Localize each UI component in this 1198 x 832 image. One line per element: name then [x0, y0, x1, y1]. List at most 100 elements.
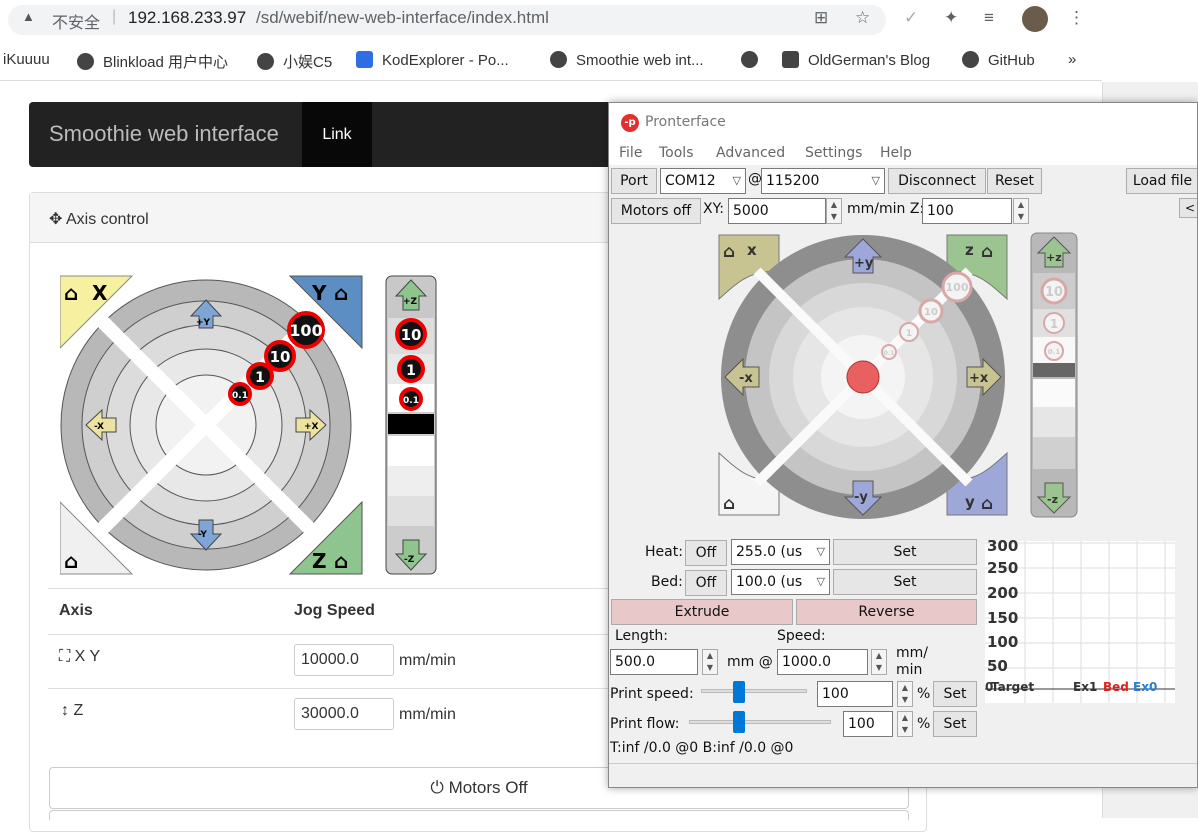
chevron-down-icon: ▽ [732, 174, 741, 187]
motors-off-button[interactable]: Motors off [611, 198, 701, 224]
bookmark-c5[interactable]: 小娱C5 [257, 51, 332, 72]
jog-x-plus-label: +X [304, 422, 319, 432]
home-xy-center[interactable] [846, 360, 880, 394]
heat-set-button[interactable]: Set [833, 539, 977, 565]
print-speed-slider-thumb[interactable] [733, 681, 745, 703]
menu-tools[interactable]: Tools [659, 145, 694, 161]
graph-y-tick: 100 [987, 633, 1019, 651]
security-warning[interactable]: 不安全 [52, 9, 100, 33]
print-flow-spinner[interactable]: ▲ ▼ [897, 711, 913, 737]
z-center [1033, 363, 1075, 377]
print-speed-slider[interactable] [701, 689, 807, 693]
xy-feedrate-spinner[interactable]: ▲ ▼ [826, 198, 842, 224]
bed-temp-select[interactable]: 100.0 (us ▽ [731, 569, 830, 595]
baud-select[interactable]: 115200 ▽ [761, 168, 885, 194]
print-speed-spinner[interactable]: ▲ ▼ [897, 681, 913, 707]
url-host[interactable]: 192.168.233.97 [128, 8, 246, 28]
z-step-down-1[interactable] [388, 466, 434, 496]
pronterface-window: -p Pronterface File Tools Advanced Setti… [608, 102, 1198, 788]
length-label: Length: [615, 628, 669, 644]
disconnect-button[interactable]: Disconnect [888, 168, 986, 194]
star-icon[interactable]: ☆ [855, 8, 870, 28]
menu-file[interactable]: File [619, 145, 642, 161]
graph-y-tick: 250 [987, 559, 1019, 577]
jog-y-plus-label: +y [854, 256, 874, 271]
bookmark-github[interactable]: GitHub [962, 51, 1035, 69]
bookmark-smoothie[interactable]: Smoothie web int... [550, 51, 704, 69]
status-bar [609, 763, 1197, 787]
nav-link[interactable]: Link [302, 102, 372, 167]
extensions-icon[interactable]: ✦ [944, 8, 958, 28]
warning-icon[interactable]: ▲ [22, 9, 35, 24]
xy-speed-input[interactable]: 10000.0 [294, 644, 394, 676]
bookmark-ikuuuu[interactable]: iKuuuu [3, 51, 50, 68]
expand-icon: ⛶ [59, 648, 75, 665]
port-select[interactable]: COM12 ▽ [660, 168, 746, 194]
z-step-down-1[interactable] [1033, 407, 1075, 437]
home-y-icon: ⌂ [981, 494, 993, 514]
print-speed-set-button[interactable]: Set [933, 681, 977, 707]
reverse-button[interactable]: Reverse [796, 599, 977, 625]
home-x-text: X [92, 281, 108, 305]
z-feedrate-spinner[interactable]: ▲ ▼ [1013, 198, 1029, 224]
z-step-down-0-1[interactable] [388, 436, 434, 466]
step-label-1: 1 [906, 329, 912, 339]
bed-set-button[interactable]: Set [833, 569, 977, 595]
chevron-down-icon: ▽ [816, 575, 825, 588]
globe-icon [550, 51, 567, 68]
z-step-down-10[interactable] [388, 496, 434, 526]
step-label-10: 10 [924, 307, 938, 318]
extrude-speed-spinner[interactable]: ▲ ▼ [871, 649, 887, 675]
print-flow-slider-thumb[interactable] [733, 711, 745, 733]
home-x-icon: ⌂ [723, 242, 735, 262]
translate-icon[interactable]: ⊞ [814, 8, 828, 28]
print-flow-slider[interactable] [689, 720, 831, 724]
z-step-down-10[interactable] [1033, 437, 1075, 469]
extrude-speed-input[interactable]: 1000.0 [777, 649, 868, 675]
z-feedrate-input[interactable]: 100 [922, 198, 1012, 224]
playlist-icon[interactable]: ≡ [984, 8, 994, 28]
print-speed-input[interactable]: 100 [817, 681, 893, 707]
bookmark-globe[interactable] [741, 51, 767, 69]
jog-y-minus-label: -Y [198, 530, 207, 540]
notion-icon [782, 51, 799, 68]
print-flow-input[interactable]: 100 [843, 711, 893, 737]
menu-settings[interactable]: Settings [805, 145, 862, 161]
menu-advanced[interactable]: Advanced [716, 145, 785, 161]
web-jog-control: ⌂ X Y ⌂ ⌂ Z ⌂ +Y -Y -X +X 100 10 1 0.1 +… [60, 275, 437, 575]
bookmarks-overflow[interactable]: » [1068, 51, 1076, 68]
z-minus-label: -z [1047, 493, 1058, 506]
z-speed-input[interactable]: 30000.0 [294, 698, 394, 730]
extrude-button[interactable]: Extrude [611, 599, 793, 625]
bookmark-kodexplorer[interactable]: KodExplorer - Po... [356, 51, 509, 69]
axis-z-label: ↕ Z [61, 702, 84, 719]
bed-off-button[interactable]: Off [685, 570, 727, 596]
heat-temp-select[interactable]: 255.0 (us ▽ [731, 539, 830, 565]
z-step-down-0-1[interactable] [1033, 379, 1075, 407]
length-spinner[interactable]: ▲ ▼ [702, 649, 718, 675]
xy-feedrate-input[interactable]: 5000 [728, 198, 826, 224]
navbar-brand[interactable]: Smoothie web interface [49, 121, 279, 147]
print-speed-label: Print speed: [610, 686, 694, 702]
collapse-button[interactable]: < [1179, 198, 1197, 218]
profile-avatar[interactable] [1022, 6, 1048, 32]
url-path[interactable]: /sd/webif/new-web-interface/index.html [256, 8, 549, 28]
reset-button[interactable]: Reset [987, 168, 1042, 194]
heat-off-button[interactable]: Off [685, 540, 727, 566]
step-label-1: 1 [255, 370, 265, 386]
check-icon[interactable]: ✓ [904, 8, 918, 28]
z-step-label-1: 1 [1050, 317, 1058, 331]
kebab-menu-icon[interactable]: ⋮ [1068, 8, 1085, 28]
graph-y-tick: 300 [987, 537, 1019, 555]
bookmark-oldgerman[interactable]: OldGerman's Blog [782, 51, 930, 69]
load-file-button[interactable]: Load file [1126, 168, 1197, 194]
bookmark-blinkload[interactable]: Blinkload 用户中心 [77, 51, 228, 72]
vertical-arrows-icon: ↕ [61, 702, 74, 719]
url-separator: | [112, 8, 117, 25]
menu-help[interactable]: Help [880, 145, 912, 161]
next-button-edge[interactable] [49, 810, 909, 820]
home-z-label: z [965, 241, 974, 259]
print-flow-set-button[interactable]: Set [933, 711, 977, 737]
length-input[interactable]: 500.0 [610, 649, 698, 675]
port-button[interactable]: Port [611, 168, 657, 194]
